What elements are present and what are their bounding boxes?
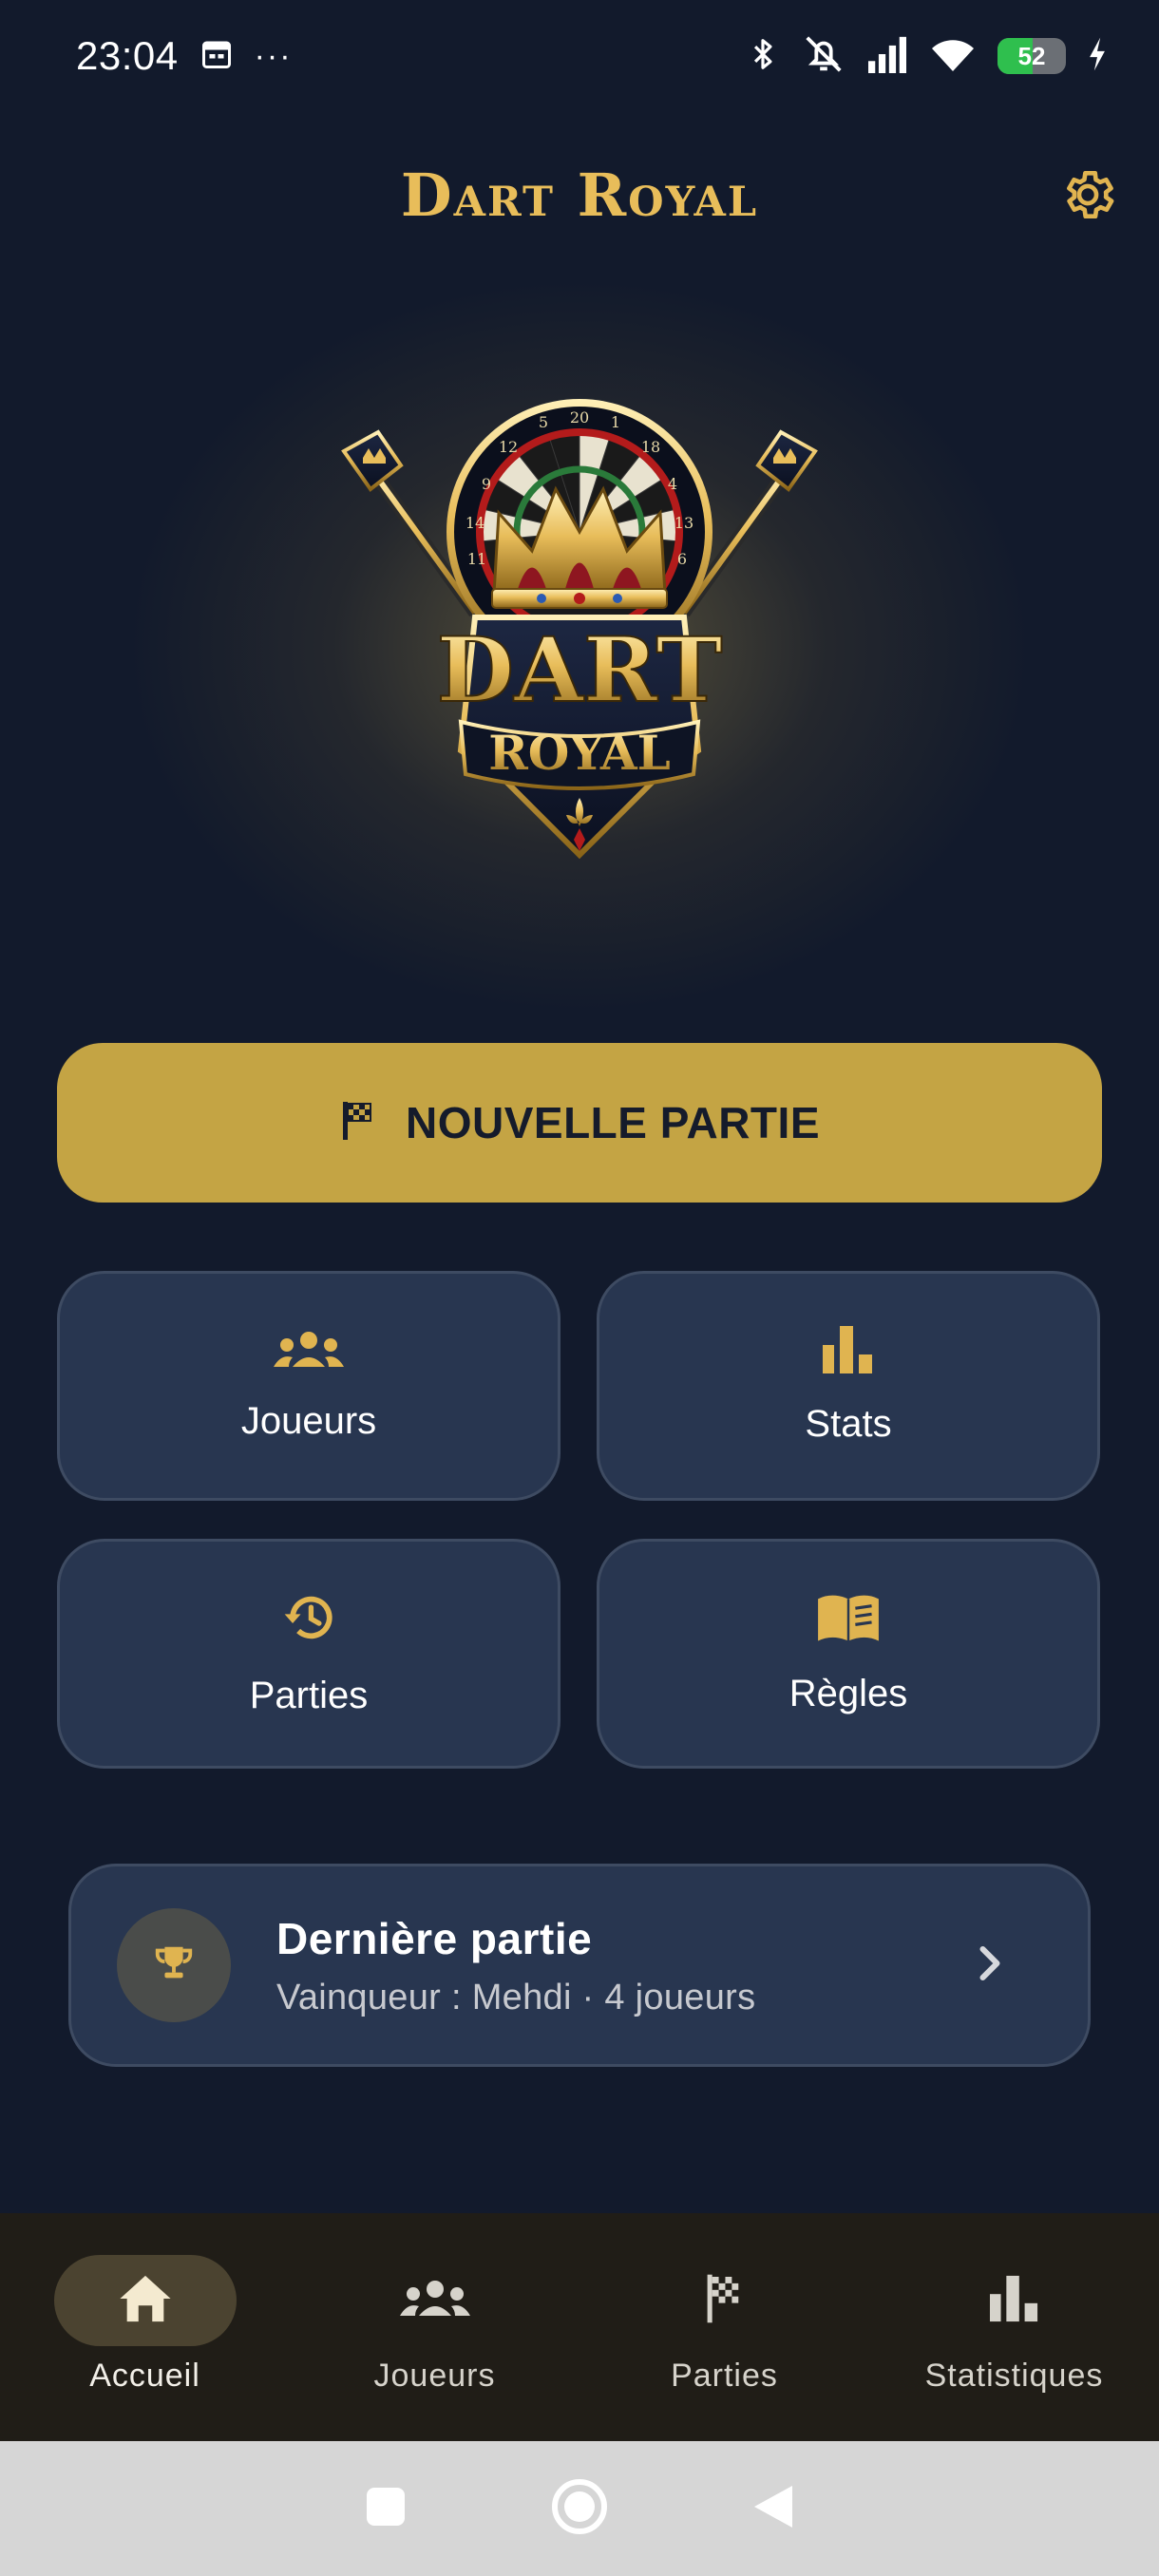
tile-stats[interactable]: Stats — [597, 1271, 1100, 1501]
nav-label: Joueurs — [373, 2358, 496, 2394]
nav-item-parties[interactable]: Parties — [580, 2213, 869, 2441]
nav-item-accueil[interactable]: Accueil — [0, 2213, 290, 2441]
last-game-title: Dernière partie — [276, 1913, 593, 1963]
battery-level: 52 — [1017, 41, 1046, 70]
wifi-icon — [929, 35, 977, 78]
charging-icon — [1087, 36, 1108, 77]
last-game-subtitle: Vainqueur : Mehdi · 4 joueurs — [276, 1977, 756, 2017]
tile-label: Règles — [788, 1673, 908, 1714]
home-button[interactable] — [551, 2478, 608, 2540]
app-header: Dart Royal — [0, 142, 1159, 247]
battery-indicator: 52 — [998, 38, 1066, 74]
status-bar: 23:04 ··· 52 — [0, 0, 1159, 112]
trophy-badge — [117, 1908, 231, 2022]
logo-shield: DART ROYAL — [436, 615, 723, 860]
bell-off-icon — [802, 32, 846, 81]
status-left: 23:04 ··· — [76, 33, 293, 79]
logo-word-dart: DART — [437, 618, 723, 723]
board-number: 18 — [641, 438, 660, 456]
bluetooth-icon — [745, 34, 781, 79]
board-number: 11 — [467, 550, 486, 568]
nav-item-statistiques[interactable]: Statistiques — [869, 2213, 1159, 2441]
status-right: 52 — [745, 32, 1108, 81]
board-number: 20 — [570, 408, 589, 426]
app-title: Dart Royal — [400, 160, 759, 230]
board-number: 9 — [482, 475, 491, 493]
board-number: 6 — [677, 550, 687, 568]
home-icon — [118, 2273, 173, 2329]
chevron-right-icon — [976, 1944, 1004, 1987]
group-icon — [399, 2278, 470, 2324]
nav-item-joueurs[interactable]: Joueurs — [290, 2213, 580, 2441]
tile-label: Joueurs — [240, 1400, 377, 1442]
last-game-texts: Dernière partie Vainqueur : Mehdi · 4 jo… — [276, 1913, 976, 2018]
new-game-label: NOUVELLE PARTIE — [405, 1098, 820, 1147]
last-game-card[interactable]: Dernière partie Vainqueur : Mehdi · 4 jo… — [68, 1864, 1091, 2067]
settings-button[interactable] — [1054, 163, 1121, 230]
trophy-icon — [152, 1941, 196, 1990]
gear-icon — [1058, 165, 1117, 229]
tile-label: Stats — [805, 1403, 892, 1445]
group-icon — [274, 1329, 344, 1375]
overflow-dots: ··· — [254, 37, 293, 74]
nav-label: Statistiques — [924, 2358, 1104, 2394]
bar-chart-icon — [823, 1326, 874, 1378]
history-icon — [279, 1590, 338, 1650]
new-game-button[interactable]: NOUVELLE PARTIE — [57, 1043, 1102, 1203]
tile-regles[interactable]: Règles — [597, 1539, 1100, 1769]
board-number: 5 — [539, 413, 548, 431]
flag-icon — [339, 1100, 377, 1146]
tile-label: Parties — [249, 1675, 369, 1716]
bottom-nav: Accueil Joueurs Parties Statistiques — [0, 2213, 1159, 2441]
recents-button[interactable] — [363, 2484, 408, 2534]
status-time: 23:04 — [76, 33, 179, 78]
bar-chart-icon — [989, 2275, 1039, 2327]
board-number: 14 — [466, 514, 484, 532]
back-button[interactable] — [750, 2482, 796, 2536]
nav-label: Parties — [671, 2358, 778, 2394]
nav-icon-wrap — [634, 2255, 816, 2346]
book-icon — [815, 1592, 882, 1648]
calendar-icon — [200, 37, 234, 76]
nav-label: Accueil — [89, 2358, 200, 2394]
logo-word-royal: ROYAL — [488, 725, 671, 781]
nav-icon-wrap — [923, 2255, 1106, 2346]
board-number: 13 — [674, 514, 694, 532]
nav-active-indicator — [53, 2255, 237, 2346]
tile-parties[interactable]: Parties — [57, 1539, 560, 1769]
signal-icon — [866, 35, 908, 78]
dart-royal-logo: 20 5 1 12 18 9 4 14 13 11 6 DART ROYAL — [341, 399, 818, 860]
checkered-flag-icon — [703, 2272, 747, 2330]
nav-icon-wrap — [344, 2255, 526, 2346]
board-number: 12 — [499, 438, 518, 456]
tile-joueurs[interactable]: Joueurs — [57, 1271, 560, 1501]
board-number: 4 — [668, 475, 677, 493]
system-navigation-bar — [0, 2441, 1159, 2576]
board-number: 1 — [611, 413, 620, 431]
